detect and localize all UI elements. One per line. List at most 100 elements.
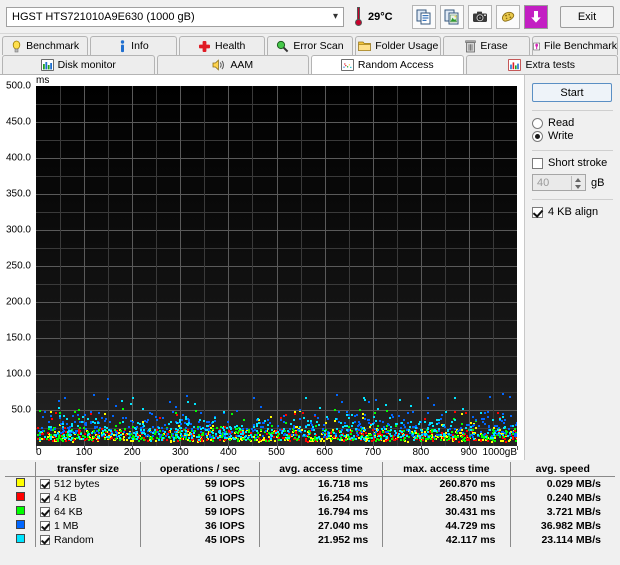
tab-benchmark[interactable]: Benchmark — [2, 36, 89, 55]
scatter-point — [198, 435, 201, 438]
scatter-point — [144, 420, 146, 423]
exit-button[interactable]: Exit — [560, 5, 614, 28]
scatter-point — [324, 422, 327, 424]
operations-cell: 59 IOPS — [140, 505, 260, 519]
radio-read[interactable]: Read — [532, 117, 613, 129]
scatter-point — [407, 412, 410, 415]
tab-aam[interactable]: AAM — [156, 55, 309, 74]
scatter-point — [455, 436, 458, 439]
x-axis-tick-label: 900 — [460, 447, 478, 458]
copy-button[interactable] — [412, 4, 436, 29]
y-axis-tick-label: 50.0 — [11, 404, 31, 416]
max-access-cell: 44.729 ms — [382, 519, 511, 533]
start-button[interactable]: Start — [532, 83, 612, 102]
scatter-point — [135, 430, 138, 433]
scatter-point — [169, 428, 172, 431]
tab-info[interactable]: Info — [90, 36, 177, 55]
scatter-point — [412, 411, 414, 414]
table-row[interactable]: Random 45 IOPS 21.952 ms 42.117 ms 23.114 MB… — [5, 533, 615, 547]
scatter-point — [104, 412, 107, 415]
series-checkbox[interactable] — [40, 493, 50, 503]
scatter-point — [364, 428, 366, 431]
save-button[interactable] — [524, 4, 548, 29]
radio-write[interactable]: Write — [532, 130, 613, 142]
results-table: transfer size operations / sec avg. access… — [5, 462, 615, 547]
scatter-point — [92, 421, 94, 424]
scatter-point — [381, 427, 384, 430]
options-button[interactable] — [496, 4, 520, 29]
short-stroke-checkbox[interactable]: Short stroke — [532, 157, 613, 169]
scatter-point — [147, 434, 150, 437]
gridline-v — [132, 86, 133, 446]
tab-folder-usage[interactable]: Folder Usage — [355, 36, 442, 55]
tab-error-scan[interactable]: Error Scan — [266, 36, 354, 55]
copy-image-button[interactable] — [440, 4, 464, 29]
scatter-point — [483, 422, 486, 425]
scatter-point — [513, 433, 516, 435]
scatter-point — [355, 428, 358, 431]
scatter-point — [322, 423, 325, 426]
screenshot-button[interactable] — [468, 4, 492, 29]
scatter-point — [441, 424, 444, 427]
table-row[interactable]: 64 KB 59 IOPS 16.794 ms 30.431 ms 3.721 MB/s — [5, 505, 615, 519]
align-checkbox[interactable]: 4 KB align — [532, 206, 613, 218]
scatter-point — [395, 423, 398, 426]
tab-health[interactable]: Health — [178, 36, 265, 55]
scatter-point — [58, 416, 61, 419]
exit-label: Exit — [577, 10, 597, 23]
scatter-point — [188, 436, 191, 439]
radio-write-control[interactable] — [532, 130, 543, 142]
scatter-point — [394, 430, 397, 433]
scatter-point — [350, 413, 353, 416]
x-axis-tick-label: 600 — [316, 447, 333, 458]
scatter-point — [119, 430, 122, 433]
scatter-point — [375, 439, 378, 442]
scatter-point — [238, 430, 241, 432]
scatter-point — [252, 430, 255, 433]
radio-read-control[interactable] — [532, 117, 543, 129]
table-row[interactable]: 1 MB 36 IOPS 27.040 ms 44.729 ms 36.982 MB/s — [5, 519, 615, 533]
scatter-point — [327, 434, 330, 437]
tab-erase[interactable]: Erase — [443, 36, 530, 55]
tab-random-access[interactable]: Random Access — [311, 55, 464, 74]
scatter-point — [377, 429, 380, 432]
scatter-point — [83, 436, 86, 439]
short-stroke-stepper[interactable]: 40 — [532, 174, 586, 191]
series-checkbox[interactable] — [40, 535, 50, 545]
scatter-point — [120, 434, 123, 437]
scatter-point — [192, 432, 195, 435]
scatter-point — [357, 428, 360, 431]
scatter-point — [350, 437, 353, 440]
series-checkbox[interactable] — [40, 479, 50, 489]
tab-disk-monitor[interactable]: Disk monitor — [2, 55, 155, 74]
scatter-point — [166, 428, 169, 430]
scatter-point — [456, 429, 459, 432]
scatter-point — [198, 439, 201, 442]
stepper-arrows[interactable] — [571, 176, 584, 190]
scatter-point — [356, 414, 359, 416]
drive-select[interactable]: HGST HTS721010A9E630 (1000 gB) ▾ — [6, 6, 344, 27]
scatter-point — [325, 415, 328, 418]
scatter-point — [431, 422, 433, 425]
tab-extra-tests[interactable]: Extra tests — [465, 55, 618, 74]
stepper-down-icon[interactable] — [575, 184, 581, 189]
scatter-point — [112, 415, 115, 417]
tabbar-primary: Benchmark Info Health Error Scan Folder … — [0, 36, 620, 55]
short-stroke-checkbox-control[interactable] — [532, 157, 543, 169]
scatter-point — [429, 421, 432, 424]
scatter-point — [126, 438, 129, 441]
tab-file-benchmark[interactable]: File Benchmark — [531, 36, 618, 55]
table-row[interactable]: 4 KB 61 IOPS 16.254 ms 28.450 ms 0.240 MB/s — [5, 491, 615, 505]
series-checkbox[interactable] — [40, 521, 50, 531]
series-checkbox[interactable] — [40, 507, 50, 517]
scatter-point — [435, 429, 438, 432]
scatter-point — [158, 435, 161, 438]
scatter-point — [421, 437, 424, 440]
scatter-point — [139, 423, 142, 426]
scatter-point — [487, 425, 490, 428]
table-row[interactable]: 512 bytes 59 IOPS 16.718 ms 260.870 ms 0.029… — [5, 476, 615, 491]
y-axis-tick-label: 450.0 — [5, 116, 31, 128]
stepper-up-icon[interactable] — [575, 177, 581, 182]
scatter-point — [423, 420, 426, 423]
align-checkbox-control[interactable] — [532, 206, 543, 218]
